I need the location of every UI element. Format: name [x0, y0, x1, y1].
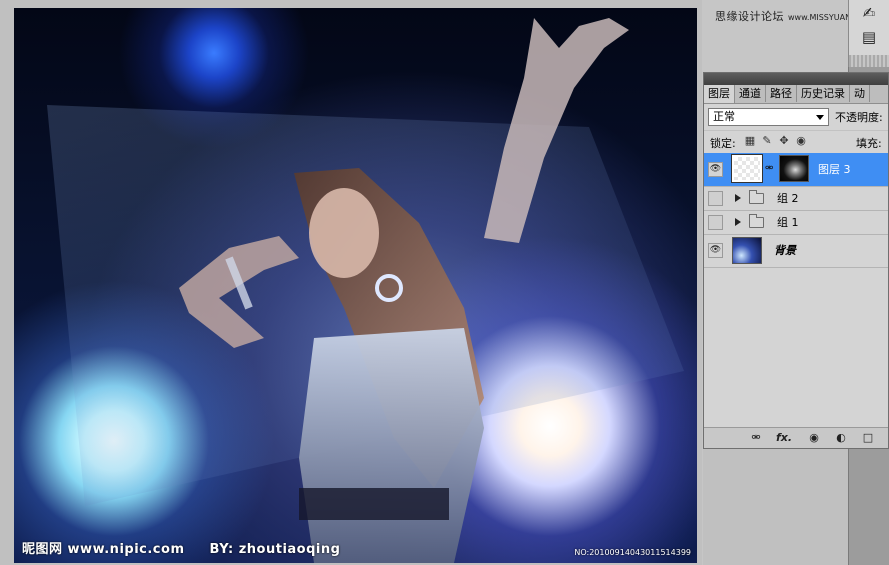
eye-icon[interactable]: 👁 — [708, 243, 723, 258]
expand-triangle-icon[interactable] — [735, 194, 741, 202]
image-canvas[interactable]: 昵图网 www.nipic.com BY: zhoutiaoqing NO:20… — [14, 8, 697, 563]
tab-actions[interactable]: 动 — [850, 85, 870, 102]
lock-all-icon[interactable]: ◉ — [795, 135, 807, 147]
tab-history[interactable]: 历史记录 — [797, 85, 850, 102]
brand-url-watermark: www.nipic.com — [67, 542, 185, 557]
lock-label: 锁定: — [710, 137, 736, 150]
chevron-down-icon — [816, 115, 824, 120]
link-chain-icon[interactable]: ⚮ — [765, 163, 773, 174]
layer-row-group2[interactable]: 组 2 — [704, 187, 888, 211]
eye-icon[interactable]: 👁 — [708, 161, 723, 177]
layer-name: 背景 — [774, 244, 796, 257]
visibility-toggle[interactable] — [708, 190, 723, 206]
photo-watermark: 昵图网 www.nipic.com BY: zhoutiaoqing — [22, 538, 340, 557]
blend-row: 正常 不透明度: — [704, 104, 888, 131]
author-watermark: BY: zhoutiaoqing — [209, 542, 341, 557]
site-watermark-cn: 思缘设计论坛 — [715, 10, 784, 23]
expand-triangle-icon[interactable] — [735, 218, 741, 226]
image-number-watermark: NO:20100914043011514399 — [574, 548, 691, 557]
layer-list: 👁 ⚮ 图层 3 组 2 组 1 👁 背景 — [704, 153, 888, 268]
dancer-silhouette — [179, 18, 629, 563]
brand-watermark: 昵图网 — [22, 542, 63, 557]
blend-mode-value: 正常 — [713, 110, 735, 123]
layer-row-layer3[interactable]: 👁 ⚮ 图层 3 — [704, 153, 888, 187]
panel-tabs: 图层 通道 路径 历史记录 动 — [704, 85, 888, 104]
lock-position-icon[interactable]: ✥ — [778, 135, 790, 147]
blend-mode-select[interactable]: 正常 — [708, 108, 829, 126]
lock-pixels-icon[interactable]: ✎ — [761, 135, 773, 147]
layer-thumbnail — [731, 154, 763, 183]
panel-bottom-toolbar: ⚮ fx. ◉ ◐ □ — [704, 427, 888, 448]
visibility-toggle[interactable] — [708, 214, 723, 230]
folder-icon — [749, 214, 764, 228]
layer-mask-thumbnail[interactable] — [779, 155, 809, 182]
document-window: 昵图网 www.nipic.com BY: zhoutiaoqing NO:20… — [0, 0, 702, 565]
tab-layers[interactable]: 图层 — [704, 85, 735, 103]
layer-row-group1[interactable]: 组 1 — [704, 211, 888, 235]
layer-name: 组 2 — [777, 192, 799, 205]
folder-icon — [749, 190, 764, 204]
lock-transparent-icon[interactable]: ▦ — [744, 135, 756, 147]
dock-grip[interactable] — [848, 55, 889, 67]
new-group-icon[interactable]: □ — [861, 431, 875, 444]
layer-name: 图层 3 — [818, 163, 851, 176]
mask-icon[interactable]: ◉ — [807, 431, 821, 444]
tab-paths[interactable]: 路径 — [766, 85, 797, 102]
tool-dock: ✍ ▤ — [848, 0, 889, 56]
lock-row: 锁定: ▦ ✎ ✥ ◉ 填充: — [704, 131, 888, 155]
link-icon[interactable]: ⚮ — [749, 431, 763, 444]
panel-gap — [703, 449, 848, 565]
clone-source-icon[interactable]: ▤ — [858, 26, 880, 48]
adjustment-icon[interactable]: ◐ — [834, 431, 848, 444]
fill-label: 填充: — [856, 137, 882, 150]
tab-channels[interactable]: 通道 — [735, 85, 766, 102]
background-thumbnail — [732, 237, 762, 264]
stamp-tool-icon[interactable]: ✍ — [858, 2, 880, 24]
layers-panel: 图层 通道 路径 历史记录 动 正常 不透明度: 锁定: ▦ ✎ ✥ ◉ 填充:… — [703, 72, 889, 449]
layer-row-background[interactable]: 👁 背景 — [704, 235, 888, 268]
fx-icon[interactable]: fx. — [776, 431, 792, 444]
layer-name: 组 1 — [777, 216, 799, 229]
panel-titlebar[interactable] — [704, 73, 888, 85]
opacity-label: 不透明度: — [835, 111, 883, 124]
